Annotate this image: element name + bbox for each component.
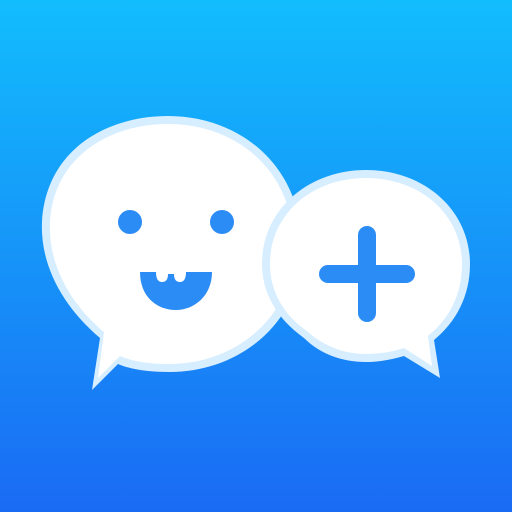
app-icon[interactable]	[0, 0, 512, 512]
plus-horizontal-bar	[319, 265, 415, 283]
right-eye	[210, 210, 234, 234]
left-eye	[118, 210, 142, 234]
